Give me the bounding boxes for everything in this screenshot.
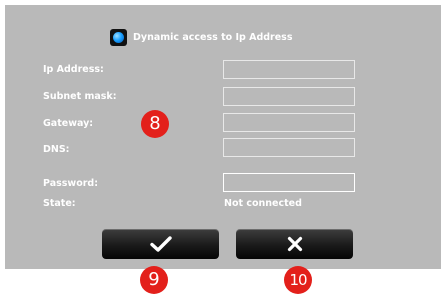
close-icon: [287, 236, 302, 252]
dynamic-ip-label: Dynamic access to Ip Address: [133, 32, 293, 43]
dns-input[interactable]: [224, 143, 354, 161]
password-field[interactable]: [223, 173, 355, 196]
radio-button[interactable]: [110, 29, 127, 46]
subnet-mask-label: Subnet mask:: [43, 91, 117, 102]
checkmark-icon: [149, 236, 172, 252]
callout-8-badge: 8: [141, 110, 169, 138]
callout-10-badge: 10: [284, 266, 312, 294]
cancel-button[interactable]: [236, 229, 353, 259]
gateway-label: Gateway:: [43, 118, 94, 129]
radio-selected-indicator-icon: [113, 32, 124, 43]
state-label: State:: [43, 198, 76, 209]
ip-address-input[interactable]: [224, 65, 354, 83]
password-label: Password:: [43, 178, 99, 189]
callout-9-badge: 9: [140, 266, 168, 294]
password-input[interactable]: [224, 178, 354, 196]
connection-state-value: Not connected: [224, 198, 302, 209]
gateway-input[interactable]: [224, 118, 354, 136]
confirm-button[interactable]: [102, 229, 219, 259]
ip-address-field[interactable]: [223, 60, 355, 83]
dns-field[interactable]: [223, 138, 355, 161]
gateway-field[interactable]: [223, 113, 355, 136]
subnet-mask-field[interactable]: [223, 87, 355, 110]
ip-address-label: Ip Address:: [43, 64, 104, 75]
network-settings-panel: Dynamic access to Ip Address Ip Address:…: [5, 5, 441, 269]
subnet-mask-input[interactable]: [224, 92, 354, 110]
dynamic-ip-toggle[interactable]: Dynamic access to Ip Address: [110, 29, 293, 46]
dns-label: DNS:: [43, 144, 70, 155]
